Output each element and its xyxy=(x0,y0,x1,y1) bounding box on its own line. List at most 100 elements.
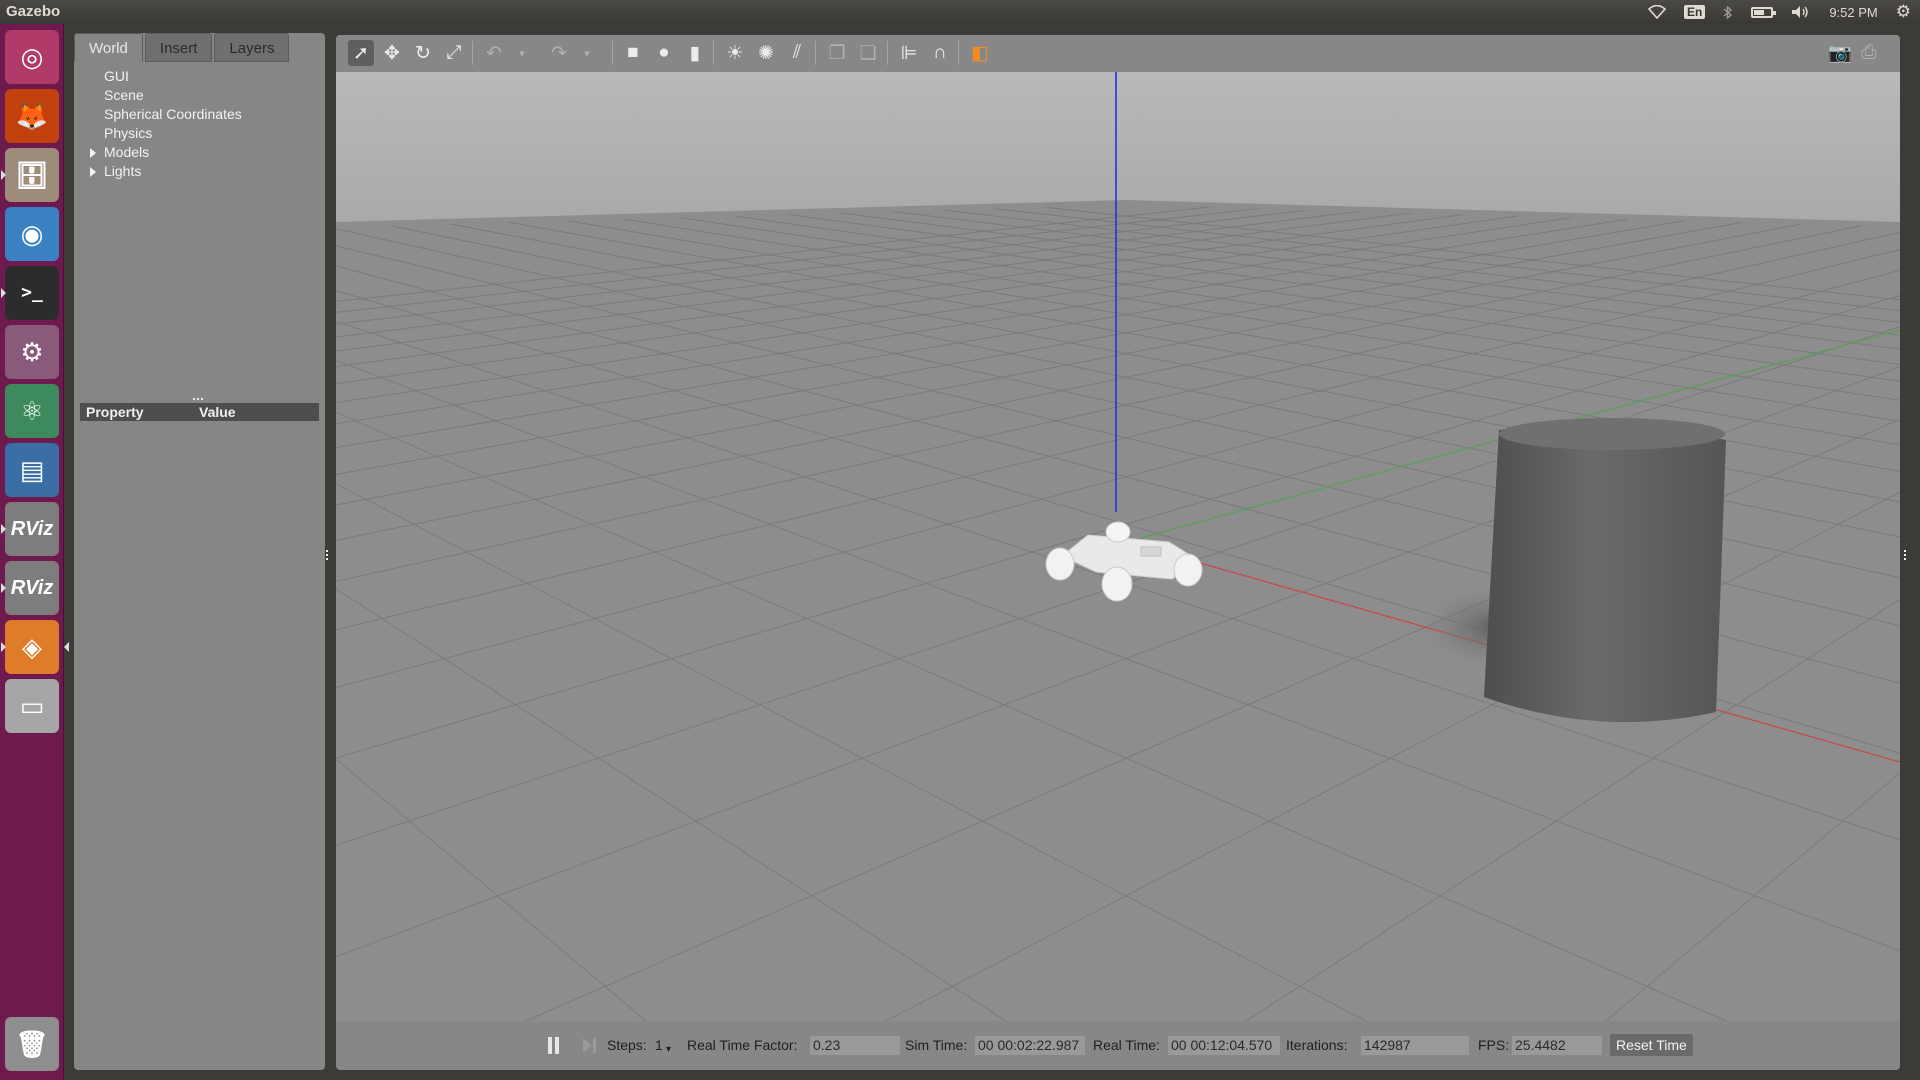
sky xyxy=(336,72,1900,222)
launcher-drive-icon[interactable]: ▭ xyxy=(5,679,59,733)
toolbar-separator xyxy=(612,41,613,65)
pause-button[interactable] xyxy=(546,1037,560,1054)
sim-time-value: 00 00:02:22.987 xyxy=(975,1036,1085,1055)
launcher-writer-icon[interactable]: ▤ xyxy=(5,443,59,497)
tree-item-lights[interactable]: Lights xyxy=(74,162,325,181)
directional-light-button[interactable]: ⫽ xyxy=(784,40,810,66)
wifi-icon[interactable] xyxy=(1647,5,1666,19)
steps-value[interactable]: 1 xyxy=(655,1036,663,1055)
rotate-mode-button[interactable]: ↻ xyxy=(410,40,436,66)
tab-world[interactable]: World xyxy=(74,33,143,62)
world-tree: GUI Scene Spherical Coordinates Physics Mode… xyxy=(74,67,325,181)
toolbar-separator xyxy=(713,41,714,65)
world-panel: World Insert Layers GUI Scene Spherical Co… xyxy=(74,33,325,1070)
launcher-ubuntu-dash-icon[interactable]: ◎ xyxy=(5,30,59,84)
tree-item-label: GUI xyxy=(104,68,129,84)
launcher-gazebo-icon[interactable]: ◈ xyxy=(1,620,69,674)
screenshot-icon: 📷 xyxy=(1828,43,1852,64)
copy-icon: ❐ xyxy=(828,42,846,64)
screenshot-button[interactable]: 📷 xyxy=(1827,40,1853,66)
step-button[interactable] xyxy=(582,1037,598,1054)
expand-arrow-icon[interactable] xyxy=(90,167,96,177)
toolbar-separator xyxy=(472,41,473,65)
scene-render[interactable] xyxy=(336,72,1900,1021)
panel-splitter-handle[interactable] xyxy=(193,398,203,401)
steps-dropdown-icon[interactable]: ▾ xyxy=(666,1040,671,1059)
undo-icon: ↶ xyxy=(486,42,502,64)
bluetooth-icon[interactable] xyxy=(1723,4,1733,20)
clock[interactable]: 9:52 PM xyxy=(1829,5,1877,20)
translate-mode-icon: ✥ xyxy=(384,42,400,64)
status-bar: Steps: 1 ▾ Real Time Factor: 0.23 Sim Ti… xyxy=(336,1021,1900,1070)
keyboard-layout-indicator[interactable]: En xyxy=(1683,5,1706,19)
real-time-factor-value: 0.23 xyxy=(810,1036,900,1055)
spot-light-icon: ✺ xyxy=(758,42,774,64)
cylinder-model xyxy=(1484,418,1726,723)
keyboard-layout-badge: En xyxy=(1683,5,1706,19)
point-light-icon: ☀ xyxy=(726,42,744,64)
select-mode-button[interactable]: ➚ xyxy=(348,40,374,66)
undo-button[interactable]: ↶ xyxy=(481,40,507,66)
log-icon: ⎙ xyxy=(1861,42,1877,63)
launcher-system-settings-icon[interactable]: ⚙ xyxy=(5,325,59,379)
tab-layers[interactable]: Layers xyxy=(214,33,290,62)
battery-icon[interactable] xyxy=(1751,6,1777,18)
right-panel-collapse-handle[interactable] xyxy=(1904,550,1908,560)
session-gear-icon[interactable]: ⚙ xyxy=(1896,2,1911,22)
align-button[interactable]: ⊫ xyxy=(896,40,922,66)
left-panel-collapse-handle[interactable] xyxy=(326,550,330,560)
launcher-chrome-icon[interactable]: ◉ xyxy=(5,207,59,261)
tree-item-physics[interactable]: Physics xyxy=(74,124,325,143)
top-panel: Gazebo En 9:52 PM ⚙ xyxy=(0,0,1920,24)
tab-insert[interactable]: Insert xyxy=(144,33,213,62)
expand-arrow-icon[interactable] xyxy=(90,148,96,158)
property-column-header: Property xyxy=(86,404,144,420)
launcher-rviz-2-icon[interactable]: RViz xyxy=(1,561,59,615)
iterations-label: Iterations: xyxy=(1286,1037,1348,1053)
launcher-trash-icon[interactable]: 🗑 xyxy=(5,1017,59,1071)
scale-mode-button[interactable]: ⤢ xyxy=(441,40,467,66)
3d-viewport[interactable] xyxy=(336,72,1900,1021)
tree-item-models[interactable]: Models xyxy=(74,143,325,162)
cylinder-shape-button[interactable]: ▮ xyxy=(682,40,708,66)
translate-mode-button[interactable]: ✥ xyxy=(379,40,405,66)
view-angle-icon: ◧ xyxy=(971,42,989,64)
tree-item-spherical-coordinates[interactable]: Spherical Coordinates xyxy=(74,105,325,124)
undo-dropdown-button[interactable]: ▾ xyxy=(515,40,529,66)
launcher: ◎ 🦊 🗄 ◉ >_ ⚙ ⚛ ▤ RViz RViz ◈ ▭ 🗑 xyxy=(0,24,69,1080)
sphere-shape-icon: ● xyxy=(658,42,670,63)
fps-label: FPS: xyxy=(1478,1037,1510,1053)
log-button[interactable]: ⎙ xyxy=(1856,40,1882,66)
point-light-button[interactable]: ☀ xyxy=(722,40,748,66)
launcher-atom-icon[interactable]: ⚛ xyxy=(5,384,59,438)
launcher-files-icon[interactable]: 🗄 xyxy=(1,148,59,202)
real-time-value: 00 00:12:04.570 xyxy=(1168,1036,1280,1055)
fps-value: 25.4482 xyxy=(1512,1036,1602,1055)
volume-icon[interactable] xyxy=(1791,5,1811,19)
view-angle-button[interactable]: ◧ xyxy=(967,40,993,66)
tree-item-label: Models xyxy=(104,144,150,160)
paste-button[interactable]: ❏ xyxy=(855,40,881,66)
real-time-factor-label: Real Time Factor: xyxy=(687,1037,798,1053)
box-shape-button[interactable]: ■ xyxy=(620,40,646,66)
reset-time-button[interactable]: Reset Time xyxy=(1610,1034,1693,1056)
tree-item-scene[interactable]: Scene xyxy=(74,86,325,105)
toolbar-separator xyxy=(887,41,888,65)
redo-button[interactable]: ↷ xyxy=(546,40,572,66)
snap-button[interactable]: ∩ xyxy=(927,40,953,66)
launcher-terminal-icon[interactable]: >_ xyxy=(1,266,59,320)
sim-time-label: Sim Time: xyxy=(905,1037,968,1053)
tree-item-gui[interactable]: GUI xyxy=(74,67,325,86)
launcher-firefox-icon[interactable]: 🦊 xyxy=(5,89,59,143)
copy-button[interactable]: ❐ xyxy=(824,40,850,66)
launcher-rviz-1-icon[interactable]: RViz xyxy=(1,502,59,556)
tree-item-label: Spherical Coordinates xyxy=(104,106,242,122)
tree-item-label: Scene xyxy=(104,87,144,103)
sphere-shape-button[interactable]: ● xyxy=(651,40,677,66)
spot-light-button[interactable]: ✺ xyxy=(753,40,779,66)
toolbar-separator xyxy=(815,41,816,65)
tree-item-label: Lights xyxy=(104,163,142,179)
redo-dropdown-button[interactable]: ▾ xyxy=(580,40,594,66)
toolbar: ➚ ✥ ↻ ⤢ ↶ ▾ ↷ ▾ ■ ● ▮ ☀ ✺ ⫽ ❐ ❏ ⊫ ∩ ◧ 📷 ⎙ xyxy=(336,35,1900,72)
redo-dropdown-icon: ▾ xyxy=(584,47,590,60)
